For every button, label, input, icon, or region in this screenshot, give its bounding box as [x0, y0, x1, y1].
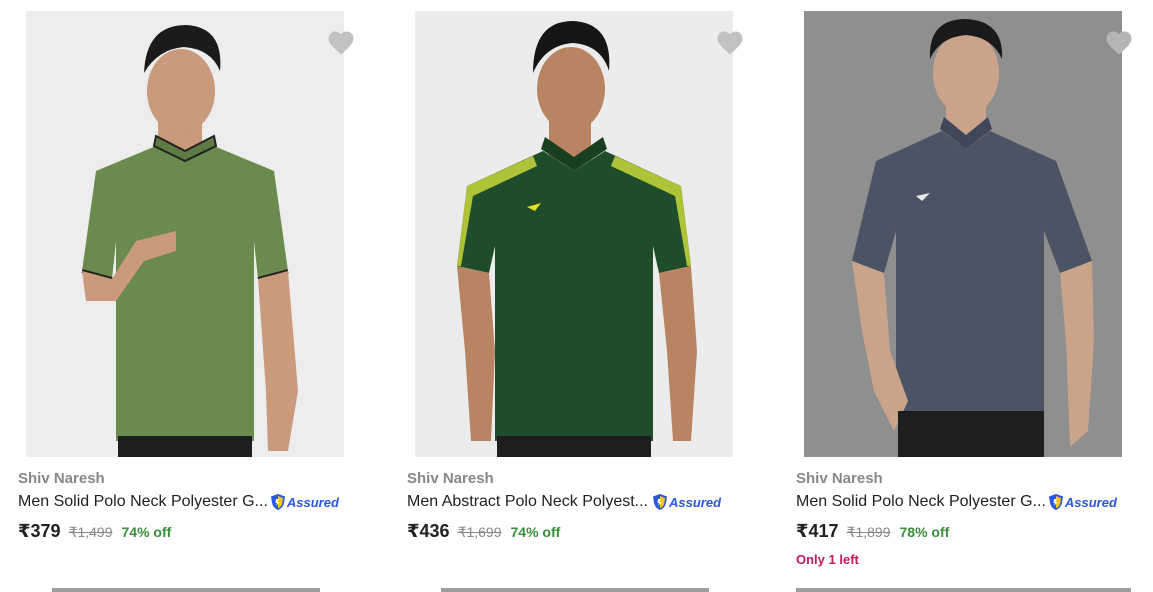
product-title-row[interactable]: Men Solid Polo Neck Polyester G... Assur… [18, 491, 378, 513]
brand-name: Shiv Naresh [796, 470, 883, 487]
discount-label: 74% off [121, 524, 172, 540]
selling-price: ₹436 [407, 521, 450, 541]
card-divider [441, 588, 709, 592]
product-title-row[interactable]: Men Abstract Polo Neck Polyest... Assure… [407, 491, 767, 513]
product-card[interactable]: Shiv Naresh Men Abstract Polo Neck Polye… [407, 0, 777, 592]
card-divider [52, 588, 320, 592]
product-card[interactable]: Shiv Naresh Men Solid Polo Neck Polyeste… [18, 0, 388, 592]
original-price: ₹1,499 [68, 524, 113, 540]
original-price: ₹1,699 [457, 524, 502, 540]
assured-badge: Assured [1048, 492, 1117, 512]
product-card[interactable]: Shiv Naresh Men Solid Polo Neck Polyeste… [796, 0, 1153, 592]
product-image[interactable] [26, 11, 344, 457]
product-grid: Shiv Naresh Men Solid Polo Neck Polyeste… [0, 0, 1153, 592]
price-row: ₹436 ₹1,699 74% off [407, 521, 560, 542]
price-row: ₹379 ₹1,499 74% off [18, 521, 171, 542]
shield-icon [653, 494, 667, 510]
product-image[interactable] [415, 11, 733, 457]
shield-icon [1048, 494, 1063, 510]
heart-icon[interactable] [715, 28, 745, 56]
brand-name: Shiv Naresh [407, 470, 494, 487]
card-divider [796, 588, 1131, 592]
heart-icon[interactable] [1104, 28, 1134, 56]
original-price: ₹1,899 [846, 524, 891, 540]
assured-badge: Assured [652, 492, 721, 512]
shield-icon [270, 494, 285, 510]
selling-price: ₹417 [796, 521, 839, 541]
assured-badge: Assured [270, 492, 339, 512]
selling-price: ₹379 [18, 521, 61, 541]
heart-icon[interactable] [326, 28, 356, 56]
product-image[interactable] [804, 11, 1122, 457]
stock-alert: Only 1 left [796, 552, 859, 567]
product-title[interactable]: Men Abstract Polo Neck Polyest... [407, 493, 648, 511]
product-title[interactable]: Men Solid Polo Neck Polyester G... [796, 493, 1046, 511]
product-title[interactable]: Men Solid Polo Neck Polyester G... [18, 493, 268, 511]
brand-name: Shiv Naresh [18, 470, 105, 487]
discount-label: 78% off [899, 524, 950, 540]
product-title-row[interactable]: Men Solid Polo Neck Polyester G... Assur… [796, 491, 1153, 513]
discount-label: 74% off [510, 524, 561, 540]
price-row: ₹417 ₹1,899 78% off [796, 521, 949, 542]
